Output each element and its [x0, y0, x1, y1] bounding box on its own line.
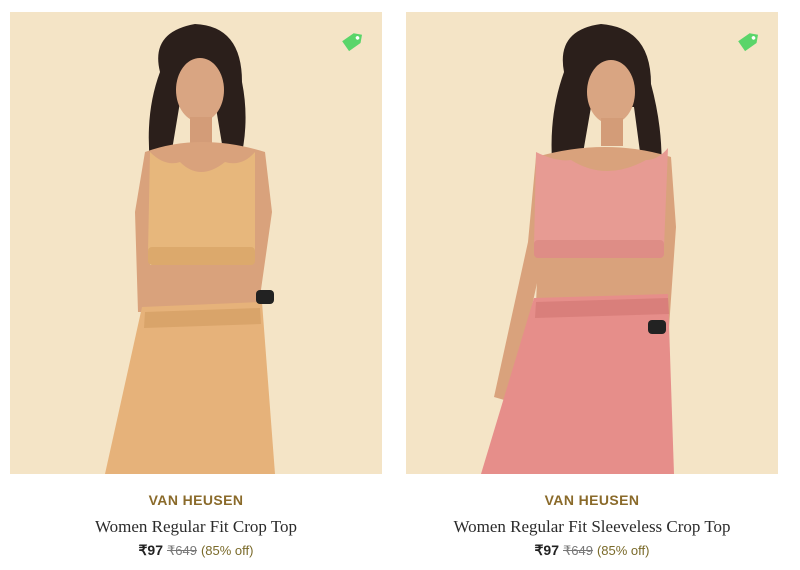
product-card[interactable]: VAN HEUSEN Women Regular Fit Sleeveless … — [406, 12, 778, 560]
brand-name[interactable]: VAN HEUSEN — [10, 490, 382, 510]
discount-label: (85% off) — [596, 543, 650, 558]
discount-label: (85% off) — [200, 543, 254, 558]
product-grid: VAN HEUSEN Women Regular Fit Crop Top ₹9… — [0, 0, 800, 570]
original-price: ₹649 — [167, 543, 197, 558]
model-photo — [481, 24, 676, 474]
sale-price: ₹97 — [138, 542, 163, 558]
brand-name[interactable]: VAN HEUSEN — [406, 490, 778, 510]
model-photo — [105, 24, 275, 474]
product-image[interactable] — [10, 12, 382, 474]
product-title[interactable]: Women Regular Fit Sleeveless Crop Top — [406, 516, 778, 538]
product-card[interactable]: VAN HEUSEN Women Regular Fit Crop Top ₹9… — [10, 12, 382, 560]
product-image[interactable] — [406, 12, 778, 474]
price-row: ₹97 ₹649 (85% off) — [10, 541, 382, 559]
product-title[interactable]: Women Regular Fit Crop Top — [10, 516, 382, 538]
original-price: ₹649 — [563, 543, 593, 558]
price-row: ₹97 ₹649 (85% off) — [406, 541, 778, 559]
sale-price: ₹97 — [534, 542, 559, 558]
price-tag-icon[interactable] — [338, 26, 368, 56]
price-tag-icon[interactable] — [734, 26, 764, 56]
